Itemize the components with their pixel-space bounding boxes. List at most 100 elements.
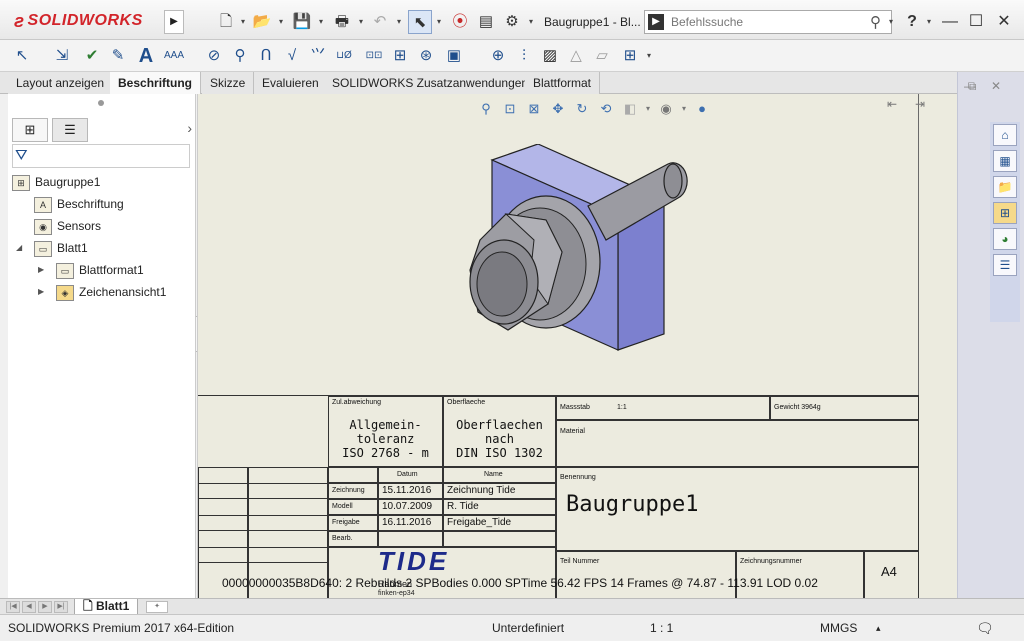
auto-balloon-icon[interactable]: ⚲ xyxy=(228,44,252,68)
search-dropdown-icon[interactable]: ▾ xyxy=(886,10,896,34)
expand-arrow-icon[interactable]: ▶ xyxy=(38,282,44,302)
magnetic-line-icon[interactable]: Ո xyxy=(254,44,278,68)
sheet-prev-icon[interactable]: ⇤ xyxy=(882,94,902,114)
select-dropdown-icon[interactable]: ▾ xyxy=(434,10,444,34)
panel-grip-icon[interactable] xyxy=(98,100,104,106)
open-dropdown-icon[interactable]: ▾ xyxy=(276,10,286,34)
last-sheet-icon[interactable]: ▶| xyxy=(54,601,68,613)
help-dropdown-icon[interactable]: ▾ xyxy=(924,10,934,34)
collapse-arrow-icon[interactable]: ◢ xyxy=(16,238,22,258)
sheet-scale[interactable]: 1 : 1 xyxy=(650,615,673,641)
tree-root-item[interactable]: ⊞ Baugruppe1 xyxy=(12,172,100,192)
tree-item-blatt1[interactable]: ◢ ▭ Blatt1 xyxy=(16,238,88,258)
home-icon[interactable]: ⌂ xyxy=(993,124,1017,146)
tree-filter-field[interactable]: ⛛ xyxy=(12,144,190,168)
model-items-icon[interactable]: ⇲ xyxy=(50,44,74,68)
add-sheet-icon[interactable]: ✦ xyxy=(146,601,168,613)
appearances-icon[interactable]: ◕ xyxy=(993,228,1017,250)
units-dropdown-icon[interactable]: ▴ xyxy=(876,615,881,641)
dropdown-caret-icon[interactable]: ▾ xyxy=(680,99,688,119)
dropdown-caret-icon[interactable]: ▾ xyxy=(644,99,652,119)
tree-item-blattformat1[interactable]: ▶ ▭ Blattformat1 xyxy=(38,260,144,280)
save-icon[interactable]: 💾 xyxy=(290,10,314,34)
options-dropdown-icon[interactable]: ▾ xyxy=(526,10,536,34)
print-dropdown-icon[interactable]: ▾ xyxy=(356,10,366,34)
search-scope-icon[interactable]: ▶ xyxy=(648,14,664,30)
quick-tips-icon[interactable]: 🗨 xyxy=(976,615,994,641)
command-search-box[interactable]: ▶ Befehlssuche ⚲ xyxy=(644,10,892,34)
custom-properties-icon[interactable]: ☰ xyxy=(993,254,1017,276)
zoom-to-fit-icon[interactable]: ⚲ xyxy=(476,99,496,119)
appearance-sphere-icon[interactable]: ● xyxy=(692,99,712,119)
tables-dropdown-icon[interactable]: ▾ xyxy=(644,44,654,68)
file-explorer-icon[interactable]: 📁 xyxy=(993,176,1017,198)
expand-arrow-icon[interactable]: ▶ xyxy=(38,260,44,280)
select-cursor-icon[interactable]: ⬉ xyxy=(408,10,432,34)
smart-dimension-icon[interactable]: ↖ xyxy=(10,44,34,68)
save-dropdown-icon[interactable]: ▾ xyxy=(316,10,326,34)
pan-icon[interactable]: ✥ xyxy=(548,99,568,119)
tables-icon[interactable]: ⊞ xyxy=(618,44,642,68)
zoom-to-area-icon[interactable]: ⊡ xyxy=(500,99,520,119)
prev-sheet-icon[interactable]: ◀ xyxy=(22,601,36,613)
area-hatch-icon[interactable]: ▨ xyxy=(538,44,562,68)
next-sheet-icon[interactable]: ▶ xyxy=(38,601,52,613)
note-icon[interactable]: A xyxy=(134,44,158,68)
chevron-right-icon[interactable]: › xyxy=(187,120,192,136)
surface-finish-icon[interactable]: √ xyxy=(280,44,304,68)
previous-view-icon[interactable]: ⟲ xyxy=(596,99,616,119)
undo-icon[interactable]: ↶ xyxy=(368,10,392,34)
file-properties-icon[interactable]: ▤ xyxy=(474,10,498,34)
format-painter-icon[interactable]: ✎ xyxy=(106,44,130,68)
centerline-icon[interactable]: ⫶ xyxy=(512,44,536,68)
geometric-tolerance-icon[interactable]: ⊡⊡ xyxy=(362,44,386,68)
property-manager-tab-icon[interactable]: ☰ xyxy=(52,118,88,142)
solidworks-logo[interactable]: ƨ SOLIDWORKS xyxy=(14,8,143,34)
blocks-icon[interactable]: ▣ xyxy=(442,44,466,68)
tab-zusatzanwendungen[interactable]: SOLIDWORKS Zusatzanwendungen xyxy=(324,72,538,94)
view-palette-icon[interactable]: ⊞ xyxy=(993,202,1017,224)
maximize-icon[interactable]: ☐ xyxy=(964,10,988,34)
search-input[interactable]: Befehlssuche xyxy=(671,11,743,33)
balloon-icon[interactable]: ⊘ xyxy=(202,44,226,68)
revision-cloud-icon[interactable]: ▱ xyxy=(590,44,614,68)
search-icon[interactable]: ⚲ xyxy=(870,13,881,31)
pane-close-icon[interactable]: ✕ xyxy=(988,78,1004,94)
pane-window-icon[interactable]: ⧉ xyxy=(964,78,980,94)
close-icon[interactable]: ✕ xyxy=(992,10,1016,34)
tab-beschriftung[interactable]: Beschriftung xyxy=(110,72,202,94)
datum-target-icon[interactable]: ⊛ xyxy=(414,44,438,68)
filter-icon[interactable]: ⛛ xyxy=(15,147,28,164)
sheet-tab-blatt1[interactable]: 🗋 Blatt1 xyxy=(74,599,139,615)
new-document-icon[interactable]: 🗋 xyxy=(214,10,238,34)
revision-symbol-icon[interactable]: △ xyxy=(564,44,588,68)
datum-feature-icon[interactable]: ⊞ xyxy=(388,44,412,68)
view-orientation-icon[interactable]: ◧ xyxy=(620,99,640,119)
tab-skizze[interactable]: Skizze xyxy=(202,72,255,94)
design-library-icon[interactable]: ▦ xyxy=(993,150,1017,172)
tree-item-beschriftung[interactable]: A Beschriftung xyxy=(34,194,124,214)
rebuild-traffic-light-icon[interactable]: ⦿ xyxy=(448,10,472,34)
weld-symbol-icon[interactable]: ⺍ xyxy=(306,44,330,68)
linear-note-pattern-icon[interactable]: AAA xyxy=(162,44,186,68)
center-mark-icon[interactable]: ⊕ xyxy=(486,44,510,68)
help-button[interactable]: ? xyxy=(900,10,924,34)
options-gear-icon[interactable]: ⚙ xyxy=(500,10,524,34)
spell-checker-icon[interactable]: ✔ xyxy=(80,44,104,68)
feature-manager-tab-icon[interactable]: ⊞ xyxy=(12,118,48,142)
menu-expand-button[interactable]: ▶ xyxy=(164,10,184,34)
tab-evaluieren[interactable]: Evaluieren xyxy=(254,72,328,94)
hole-callout-icon[interactable]: ⊔Ø xyxy=(332,44,356,68)
sheet-next-icon[interactable]: ⇥ xyxy=(910,94,930,114)
tab-blattformat[interactable]: Blattformat xyxy=(525,72,601,94)
hide-show-items-icon[interactable]: ◉ xyxy=(656,99,676,119)
open-document-icon[interactable]: 📂 xyxy=(250,10,274,34)
new-dropdown-icon[interactable]: ▾ xyxy=(238,10,248,34)
zoom-to-sheet-icon[interactable]: ⊠ xyxy=(524,99,544,119)
first-sheet-icon[interactable]: |◀ xyxy=(6,601,20,613)
assembly-model-view[interactable] xyxy=(438,144,688,359)
drawing-sheet-area[interactable]: ⚲ ⊡ ⊠ ✥ ↻ ⟲ ◧ ▾ ◉ ▾ ● ⇤ ⇥ Zul.abweichung… xyxy=(197,94,957,599)
rotate-icon[interactable]: ↻ xyxy=(572,99,592,119)
unit-system[interactable]: MMGS xyxy=(820,615,857,641)
undo-dropdown-icon[interactable]: ▾ xyxy=(394,10,404,34)
